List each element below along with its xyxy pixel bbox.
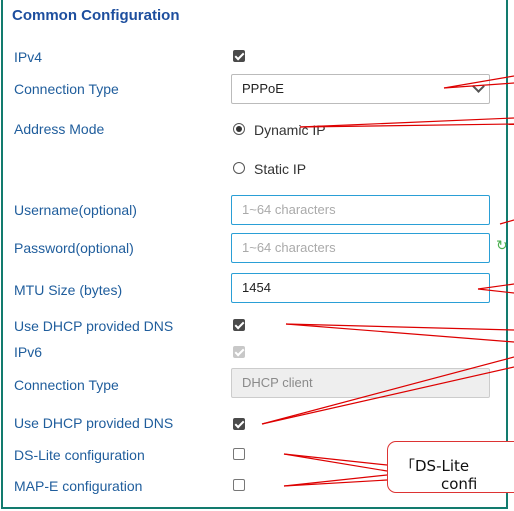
annotation-lines (261, 75, 514, 487)
annotation-callout: 「DS-Lite confi (387, 441, 514, 493)
annotation-line (283, 453, 388, 466)
annotation-line (261, 366, 514, 425)
annotation-line (283, 453, 388, 472)
callout-line-2: confi (441, 475, 478, 493)
annotation-line (261, 356, 514, 425)
annotation-line (477, 283, 514, 290)
annotation-line (443, 75, 514, 89)
annotation-line (477, 288, 514, 294)
annotation-line (443, 82, 514, 89)
callout-line-1: 「DS-Lite (400, 457, 470, 475)
annotation-line (499, 219, 514, 225)
